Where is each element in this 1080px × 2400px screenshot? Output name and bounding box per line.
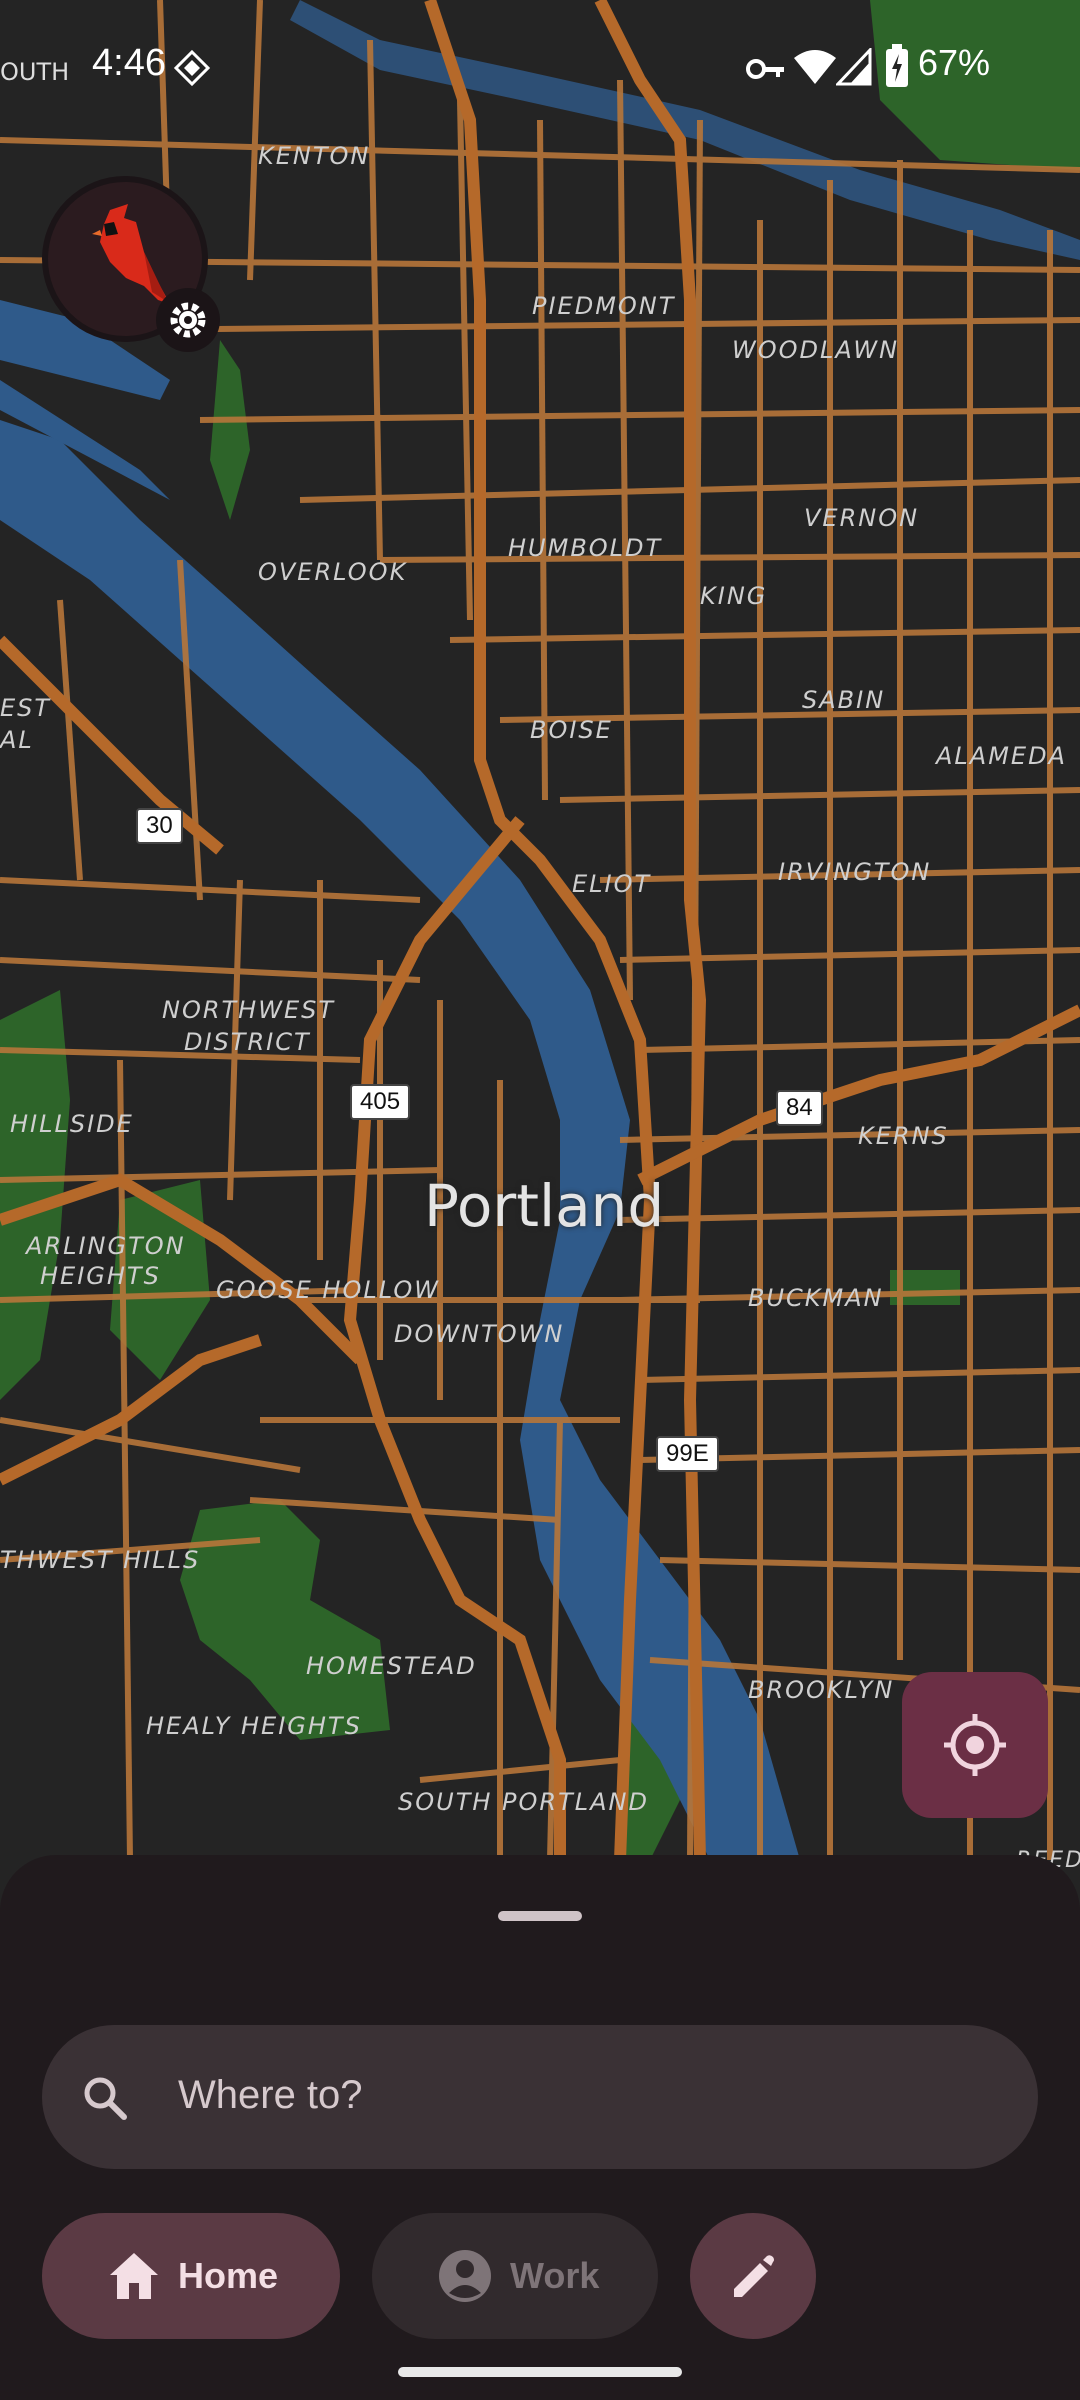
home-icon — [110, 2253, 158, 2299]
settings-button[interactable] — [156, 288, 220, 352]
gear-icon — [170, 302, 206, 338]
vpn-key-icon — [746, 59, 784, 79]
work-chip[interactable]: Work — [372, 2213, 658, 2339]
gesture-nav-bar[interactable] — [398, 2367, 682, 2377]
my-location-button[interactable] — [902, 1672, 1048, 1818]
pencil-icon — [734, 2255, 774, 2297]
status-bar: OUTH 4:46 67% — [0, 0, 1080, 130]
edit-places-button[interactable] — [690, 2213, 816, 2339]
search-placeholder: Where to? — [178, 2073, 363, 2117]
status-time: 4:46 — [92, 42, 166, 84]
cell-signal-icon — [836, 48, 872, 86]
map-edge-label: OUTH — [0, 58, 70, 86]
drag-handle[interactable] — [498, 1911, 582, 1921]
locate-icon — [944, 1714, 1006, 1776]
person-icon — [439, 2250, 491, 2302]
search-bar[interactable]: Where to? — [42, 2025, 1038, 2169]
home-chip-label: Home — [178, 2255, 279, 2296]
wifi-icon — [794, 50, 836, 84]
battery-percent: 67% — [918, 42, 991, 83]
battery-charging-icon — [886, 44, 908, 87]
search-icon — [84, 2077, 127, 2120]
data-saver-icon — [173, 49, 211, 87]
home-chip[interactable]: Home — [42, 2213, 340, 2339]
work-chip-label: Work — [510, 2255, 600, 2296]
